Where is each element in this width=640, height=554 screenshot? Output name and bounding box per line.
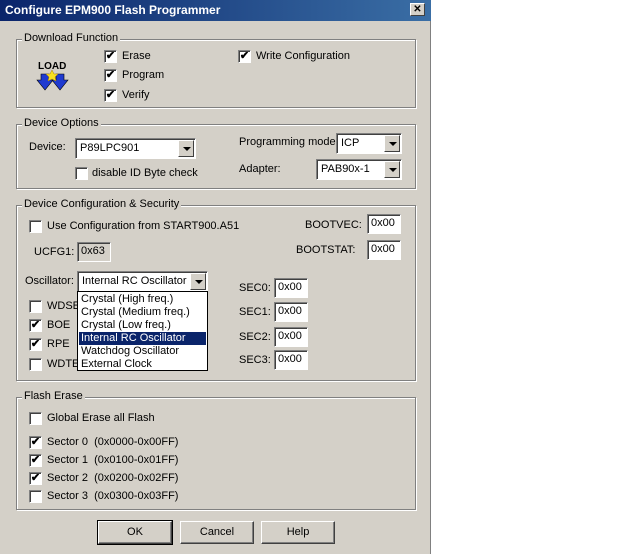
oscillator-option[interactable]: Crystal (Medium freq.) xyxy=(79,306,206,319)
load-logo-icon: LOAD xyxy=(36,58,76,94)
bootvec-label: BOOTVEC: xyxy=(305,219,362,231)
device-dropdown-arrow-icon[interactable] xyxy=(178,140,194,157)
download-function-group xyxy=(16,39,416,108)
oscillator-option[interactable]: Crystal (Low freq.) xyxy=(79,319,206,332)
programming-mode-dropdown-arrow-icon[interactable] xyxy=(384,135,400,152)
disable-id-checkbox[interactable] xyxy=(75,167,88,180)
bootstat-field[interactable]: 0x00 xyxy=(367,240,401,260)
sec3-field[interactable]: 0x00 xyxy=(274,350,308,370)
bootvec-field[interactable]: 0x00 xyxy=(367,214,401,234)
sector-0-checkbox[interactable]: ✔ xyxy=(29,436,42,449)
oscillator-option[interactable]: Internal RC Oscillator xyxy=(79,332,206,345)
adapter-dropdown-arrow-icon[interactable] xyxy=(384,161,400,178)
help-button[interactable]: Help xyxy=(261,521,335,544)
device-options-legend: Device Options xyxy=(22,117,101,129)
ucfg1-field: 0x63 xyxy=(77,242,111,262)
write-configuration-label: Write Configuration xyxy=(256,50,350,62)
disable-id-label: disable ID Byte check xyxy=(92,167,198,179)
sector-0-label: Sector 0 (0x0000-0x00FF) xyxy=(47,436,179,448)
program-checkbox[interactable]: ✔ xyxy=(104,69,117,82)
ok-button[interactable]: OK xyxy=(97,520,173,545)
sec2-field[interactable]: 0x00 xyxy=(274,327,308,347)
flash-erase-legend: Flash Erase xyxy=(22,390,85,402)
sec1-field[interactable]: 0x00 xyxy=(274,302,308,322)
sector-2-checkbox[interactable]: ✔ xyxy=(29,472,42,485)
device-security-legend: Device Configuration & Security xyxy=(22,198,182,210)
sec0-field[interactable]: 0x00 xyxy=(274,278,308,298)
oscillator-dropdown-list: Crystal (High freq.) Crystal (Medium fre… xyxy=(77,291,208,371)
wdte-checkbox[interactable] xyxy=(29,358,42,371)
programming-mode-select[interactable]: ICP xyxy=(336,133,402,154)
sec1-label: SEC1: xyxy=(239,306,271,318)
oscillator-option[interactable]: External Clock xyxy=(79,358,206,371)
sec0-label: SEC0: xyxy=(239,282,271,294)
oscillator-option[interactable]: Crystal (High freq.) xyxy=(79,293,206,306)
device-label: Device: xyxy=(29,141,66,153)
oscillator-value: Internal RC Oscillator xyxy=(82,275,187,287)
device-value: P89LPC901 xyxy=(80,142,140,154)
wdse-checkbox[interactable] xyxy=(29,300,42,313)
rpe-checkbox[interactable]: ✔ xyxy=(29,338,42,351)
sector-3-checkbox[interactable] xyxy=(29,490,42,503)
sector-1-checkbox[interactable]: ✔ xyxy=(29,454,42,467)
device-select[interactable]: P89LPC901 xyxy=(75,138,196,159)
oscillator-dropdown-arrow-icon[interactable] xyxy=(190,273,206,290)
boe-checkbox[interactable]: ✔ xyxy=(29,319,42,332)
sec2-label: SEC2: xyxy=(239,331,271,343)
adapter-select[interactable]: PAB90x-1 xyxy=(316,159,402,180)
wdse-label: WDSE xyxy=(47,300,80,312)
adapter-label: Adapter: xyxy=(239,163,281,175)
boe-label: BOE xyxy=(47,319,71,331)
window-title: Configure EPM900 Flash Programmer xyxy=(5,3,221,17)
ucfg1-label: UCFG1: xyxy=(34,246,75,258)
bootstat-label: BOOTSTAT: xyxy=(296,244,356,256)
sector-3-label: Sector 3 (0x0300-0x03FF) xyxy=(47,490,179,502)
sec3-label: SEC3: xyxy=(239,354,271,366)
use-config-checkbox[interactable] xyxy=(29,220,42,233)
adapter-value: PAB90x-1 xyxy=(321,163,370,175)
programming-mode-label: Programming mode: xyxy=(239,136,339,148)
sector-1-label: Sector 1 (0x0100-0x01FF) xyxy=(47,454,179,466)
rpe-label: RPE xyxy=(47,338,70,350)
verify-label: Verify xyxy=(122,89,150,101)
sector-2-label: Sector 2 (0x0200-0x02FF) xyxy=(47,472,179,484)
erase-checkbox[interactable]: ✔ xyxy=(104,50,117,63)
use-config-label: Use Configuration from START900.A51 xyxy=(47,220,240,232)
verify-checkbox[interactable]: ✔ xyxy=(104,89,117,102)
title-bar[interactable]: Configure EPM900 Flash Programmer ✕ xyxy=(0,0,431,21)
oscillator-select[interactable]: Internal RC Oscillator xyxy=(77,271,208,292)
flash-programmer-dialog: Configure EPM900 Flash Programmer ✕ Down… xyxy=(0,0,431,554)
global-erase-checkbox[interactable] xyxy=(29,412,42,425)
download-function-legend: Download Function xyxy=(22,32,121,44)
program-label: Program xyxy=(122,69,165,81)
close-button[interactable]: ✕ xyxy=(410,3,425,16)
global-erase-label: Global Erase all Flash xyxy=(47,412,155,424)
programming-mode-value: ICP xyxy=(341,137,360,149)
write-configuration-checkbox[interactable]: ✔ xyxy=(238,50,251,63)
cancel-button[interactable]: Cancel xyxy=(180,521,254,544)
oscillator-label: Oscillator: xyxy=(25,275,74,287)
wdte-label: WDTE xyxy=(47,358,80,370)
erase-label: Erase xyxy=(122,50,151,62)
oscillator-option[interactable]: Watchdog Oscillator xyxy=(79,345,206,358)
